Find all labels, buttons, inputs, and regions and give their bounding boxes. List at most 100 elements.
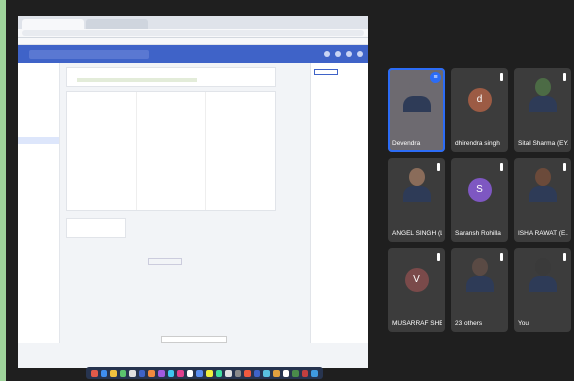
mic-icon [437, 253, 440, 261]
taskbar-app-icon[interactable] [292, 369, 299, 377]
participant-tile[interactable]: ≡ Devendra [388, 68, 445, 152]
participant-name: ANGEL SINGH (L... [392, 230, 442, 237]
notification-icon[interactable] [346, 51, 352, 57]
taskbar-app-icon[interactable] [205, 369, 213, 377]
taskbar-app-icon[interactable] [263, 369, 270, 377]
sidebar-item[interactable] [18, 200, 59, 207]
app-main [60, 63, 368, 343]
load-more-button[interactable] [148, 258, 182, 265]
taskbar-app-icon[interactable] [100, 369, 108, 377]
record-header-card [66, 67, 276, 87]
taskbar-app-icon[interactable] [282, 369, 290, 377]
settings-icon[interactable] [335, 51, 341, 57]
participant-tile[interactable]: d dhirendra singh [451, 68, 508, 152]
taskbar-app-icon[interactable] [234, 369, 242, 377]
participant-tile[interactable]: S Saransh Rohilla [451, 158, 508, 242]
participant-video [465, 257, 494, 292]
panel-action-button[interactable] [314, 69, 338, 75]
sidebar-item[interactable] [18, 151, 59, 158]
url-field[interactable] [22, 30, 364, 36]
mic-icon [563, 73, 566, 81]
taskbar-app-icon[interactable] [253, 369, 261, 377]
sidebar-item[interactable] [18, 109, 59, 116]
participant-tile[interactable]: 23 others [451, 248, 508, 332]
sidebar-item[interactable] [18, 172, 59, 179]
taskbar-app-icon[interactable] [138, 369, 146, 377]
sidebar-item[interactable] [18, 74, 59, 81]
taskbar-app-icon[interactable] [272, 369, 280, 377]
app-sidebar [18, 63, 60, 343]
sidebar-item[interactable] [18, 158, 59, 165]
taskbar-app-icon[interactable] [196, 369, 203, 377]
help-icon[interactable] [324, 51, 330, 57]
participant-tile[interactable]: Sital Sharma (EY... [514, 68, 571, 152]
sidebar-item[interactable] [18, 88, 59, 95]
app-search-input[interactable] [29, 49, 149, 59]
mic-icon [500, 73, 503, 81]
app-header [18, 45, 368, 63]
participant-name: Saransh Rohilla [455, 230, 501, 237]
sidebar-item[interactable] [18, 130, 59, 137]
mic-icon [563, 163, 566, 171]
participant-tile[interactable]: V MUSARRAF SHE... [388, 248, 445, 332]
taskbar-app-icon[interactable] [91, 369, 98, 377]
participant-avatar: d [467, 87, 492, 112]
participant-name: dhirendra singh [455, 140, 500, 147]
taskbar-app-icon[interactable] [110, 369, 117, 377]
participant-name: Devendra [392, 140, 421, 147]
sidebar-item[interactable] [18, 95, 59, 102]
os-taskbar [86, 367, 323, 379]
sidebar-item[interactable] [18, 193, 59, 200]
taskbar-app-icon[interactable] [244, 369, 251, 377]
sidebar-item[interactable] [18, 207, 59, 214]
participant-video [528, 77, 557, 112]
column-2 [137, 92, 207, 210]
column-1 [67, 92, 137, 210]
mic-icon [500, 163, 503, 171]
participant-grid: ≡ Devendra d dhirendra singh Sital Sharma (E… [388, 68, 571, 332]
taskbar-app-icon[interactable] [158, 369, 165, 377]
taskbar-app-icon[interactable] [148, 369, 156, 377]
mic-icon [563, 253, 566, 261]
browser-tab[interactable] [22, 19, 84, 29]
participant-video [528, 167, 557, 202]
participant-tile[interactable]: ISHA RAWAT (E... [514, 158, 571, 242]
sidebar-item[interactable] [18, 116, 59, 123]
mic-icon [500, 253, 503, 261]
taskbar-app-icon[interactable] [215, 369, 223, 377]
browser-tab-strip [18, 16, 368, 29]
taskbar-app-icon[interactable] [225, 369, 232, 377]
browser-tab[interactable] [86, 19, 148, 29]
sidebar-item[interactable] [18, 186, 59, 193]
sidebar-item[interactable] [18, 123, 59, 130]
sidebar-item[interactable] [18, 81, 59, 88]
sidebar-item[interactable] [18, 165, 59, 172]
profile-icon[interactable] [357, 51, 363, 57]
taskbar-app-icon[interactable] [311, 369, 318, 377]
mic-icon [437, 163, 440, 171]
taskbar-app-icon[interactable] [119, 369, 127, 377]
record-title [67, 68, 275, 71]
activity-panel [310, 63, 368, 343]
screen-share-notice[interactable] [161, 336, 227, 343]
sidebar-item[interactable] [18, 179, 59, 186]
sidebar-item[interactable] [18, 102, 59, 109]
participant-tile[interactable]: You [514, 248, 571, 332]
participant-avatar: V [404, 267, 429, 292]
meeting-window: ≡ Devendra d dhirendra singh Sital Sharma (E… [6, 0, 574, 381]
speaking-indicator-icon: ≡ [430, 72, 441, 83]
taskbar-app-icon[interactable] [186, 369, 194, 377]
sidebar-item[interactable] [18, 144, 59, 151]
taskbar-app-icon[interactable] [177, 369, 184, 377]
taskbar-app-icon[interactable] [167, 369, 175, 377]
participant-name: MUSARRAF SHE... [392, 320, 442, 327]
sidebar-item[interactable] [18, 214, 59, 221]
participant-tile[interactable]: ANGEL SINGH (L... [388, 158, 445, 242]
header-icons [324, 51, 363, 57]
column-3 [206, 92, 275, 210]
taskbar-app-icon[interactable] [301, 369, 309, 377]
sidebar-item[interactable] [18, 137, 59, 144]
sidebar-item[interactable] [18, 67, 59, 74]
participant-name: You [518, 320, 529, 327]
taskbar-app-icon[interactable] [129, 369, 136, 377]
